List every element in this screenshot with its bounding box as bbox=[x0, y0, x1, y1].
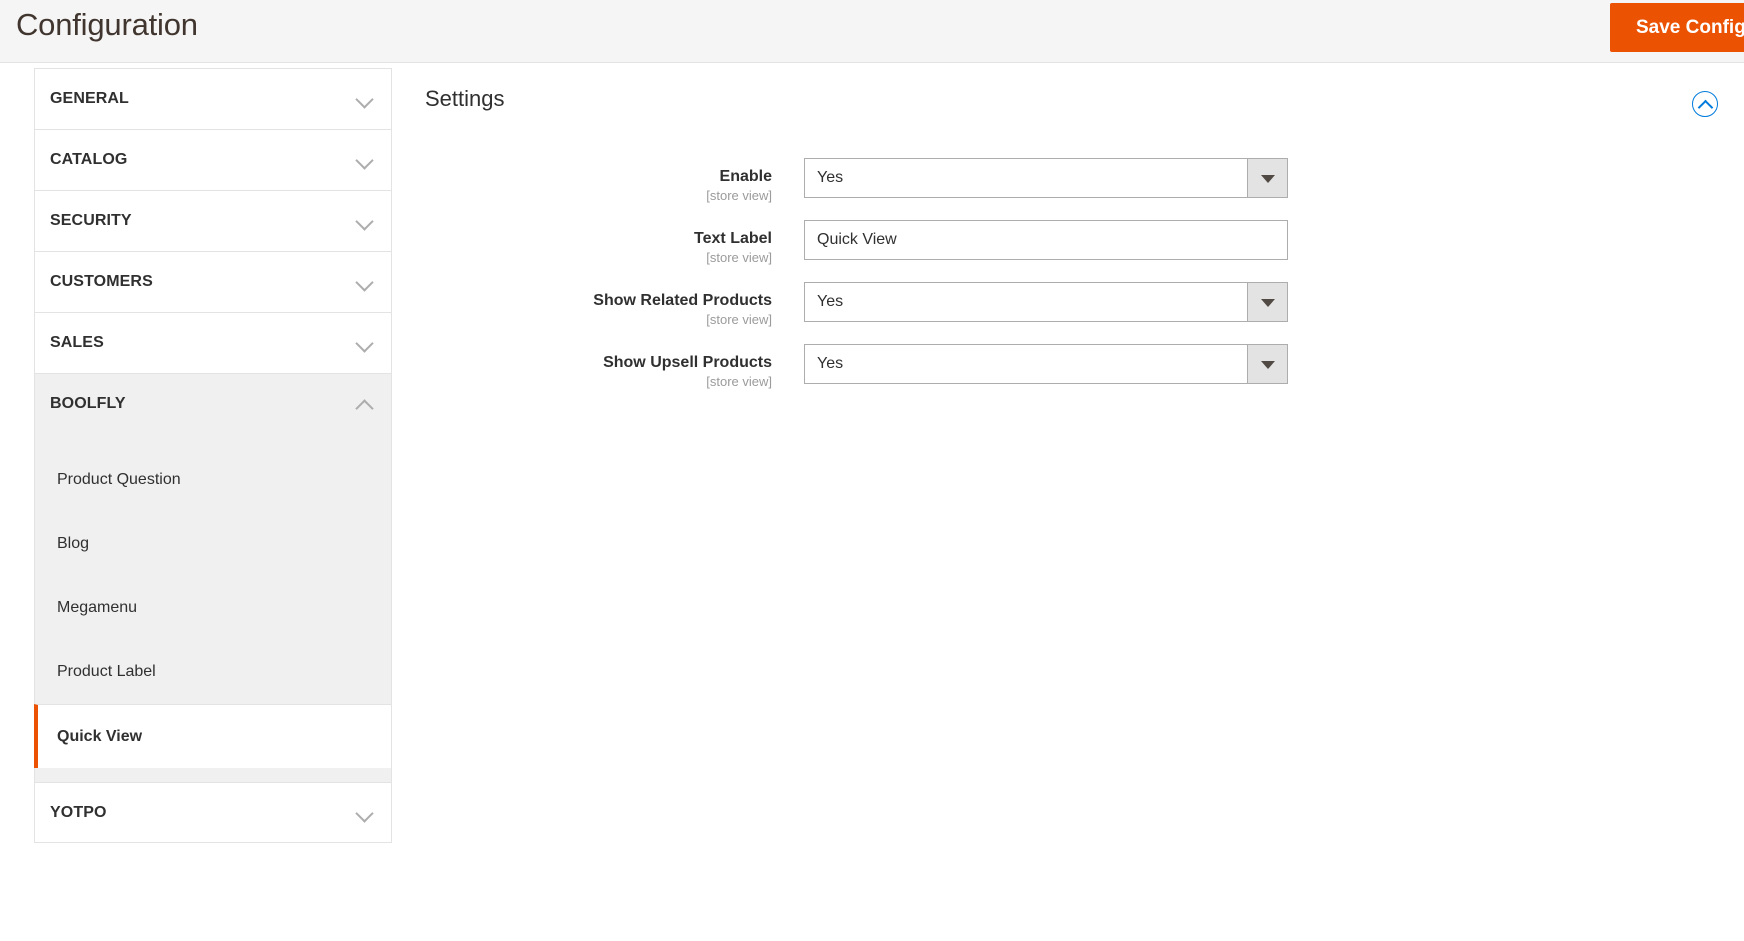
page-title: Configuration bbox=[16, 7, 198, 42]
chevron-down-icon bbox=[358, 213, 373, 228]
show-related-products-value: Yes bbox=[817, 293, 844, 310]
sidebar-section-yotpo[interactable]: YOTPO bbox=[34, 782, 392, 843]
chevron-down-icon[interactable] bbox=[1247, 283, 1287, 321]
sidebar-section-label: SECURITY bbox=[50, 212, 132, 229]
show-upsell-products-select[interactable]: Yes bbox=[804, 344, 1288, 384]
enable-select-value: Yes bbox=[817, 169, 844, 186]
field-label-wrap: Show Related Products [store view] bbox=[392, 282, 788, 328]
field-scope: [store view] bbox=[706, 188, 772, 203]
settings-form: Enable [store view] Yes Text Label [stor… bbox=[392, 158, 1744, 406]
field-control: Yes bbox=[804, 344, 1288, 384]
field-scope: [store view] bbox=[706, 250, 772, 265]
field-label-wrap: Show Upsell Products [store view] bbox=[392, 344, 788, 390]
sublist-spacer-bottom bbox=[35, 768, 391, 782]
section-title: Settings bbox=[425, 86, 505, 111]
field-control bbox=[804, 220, 1288, 260]
sidebar-section-boolfly[interactable]: BOOLFLY bbox=[34, 373, 392, 434]
field-row-show-upsell-products: Show Upsell Products [store view] Yes bbox=[392, 344, 1744, 406]
sidebar-item-blog[interactable]: Blog bbox=[35, 512, 391, 576]
sidebar-section-security[interactable]: SECURITY bbox=[34, 190, 392, 251]
sidebar-section-customers[interactable]: CUSTOMERS bbox=[34, 251, 392, 312]
chevron-up-circle-icon[interactable] bbox=[1692, 91, 1718, 117]
sidebar-section-label: CATALOG bbox=[50, 151, 128, 168]
field-label-show-related-products: Show Related Products bbox=[593, 292, 772, 309]
sidebar-item-product-question[interactable]: Product Question bbox=[35, 448, 391, 512]
sidebar-section-general[interactable]: GENERAL bbox=[34, 68, 392, 129]
chevron-down-icon[interactable] bbox=[1247, 159, 1287, 197]
config-sidebar: GENERAL CATALOG SECURITY CUSTOMERS SALES… bbox=[34, 68, 392, 843]
show-related-products-select[interactable]: Yes bbox=[804, 282, 1288, 322]
field-row-text-label: Text Label [store view] bbox=[392, 220, 1744, 282]
chevron-down-icon bbox=[358, 274, 373, 289]
settings-panel: Settings Enable [store view] Yes Text La… bbox=[392, 68, 1744, 941]
enable-select[interactable]: Yes bbox=[804, 158, 1288, 198]
chevron-up-icon bbox=[358, 396, 373, 411]
sidebar-sublist-boolfly: Product Question Blog Megamenu Product L… bbox=[34, 434, 392, 782]
field-scope: [store view] bbox=[706, 374, 772, 389]
chevron-down-icon bbox=[358, 805, 373, 820]
sidebar-item-product-label[interactable]: Product Label bbox=[35, 640, 391, 704]
field-scope: [store view] bbox=[706, 312, 772, 327]
field-label-wrap: Enable [store view] bbox=[392, 158, 788, 204]
field-row-enable: Enable [store view] Yes bbox=[392, 158, 1744, 220]
field-row-show-related-products: Show Related Products [store view] Yes bbox=[392, 282, 1744, 344]
sidebar-item-megamenu[interactable]: Megamenu bbox=[35, 576, 391, 640]
field-control: Yes bbox=[804, 158, 1288, 198]
save-config-button[interactable]: Save Config bbox=[1610, 3, 1744, 52]
show-upsell-products-value: Yes bbox=[817, 355, 844, 372]
sidebar-section-label: SALES bbox=[50, 334, 104, 351]
field-label-wrap: Text Label [store view] bbox=[392, 220, 788, 266]
sidebar-section-sales[interactable]: SALES bbox=[34, 312, 392, 373]
field-control: Yes bbox=[804, 282, 1288, 322]
field-label-show-upsell-products: Show Upsell Products bbox=[603, 354, 772, 371]
sidebar-section-label: CUSTOMERS bbox=[50, 273, 153, 290]
sublist-spacer bbox=[35, 434, 391, 448]
field-label-enable: Enable bbox=[719, 168, 772, 185]
sidebar-section-label: GENERAL bbox=[50, 90, 129, 107]
sidebar-item-quick-view[interactable]: Quick View bbox=[34, 704, 391, 768]
field-label-text-label: Text Label bbox=[694, 230, 772, 247]
sidebar-section-label: YOTPO bbox=[50, 804, 107, 821]
page-header: Configuration Save Config bbox=[0, 0, 1744, 63]
text-label-input[interactable] bbox=[804, 220, 1288, 260]
chevron-down-icon[interactable] bbox=[1247, 345, 1287, 383]
chevron-down-icon bbox=[358, 152, 373, 167]
sidebar-section-label: BOOLFLY bbox=[50, 395, 126, 412]
chevron-down-icon bbox=[358, 91, 373, 106]
chevron-down-icon bbox=[358, 335, 373, 350]
sidebar-section-catalog[interactable]: CATALOG bbox=[34, 129, 392, 190]
